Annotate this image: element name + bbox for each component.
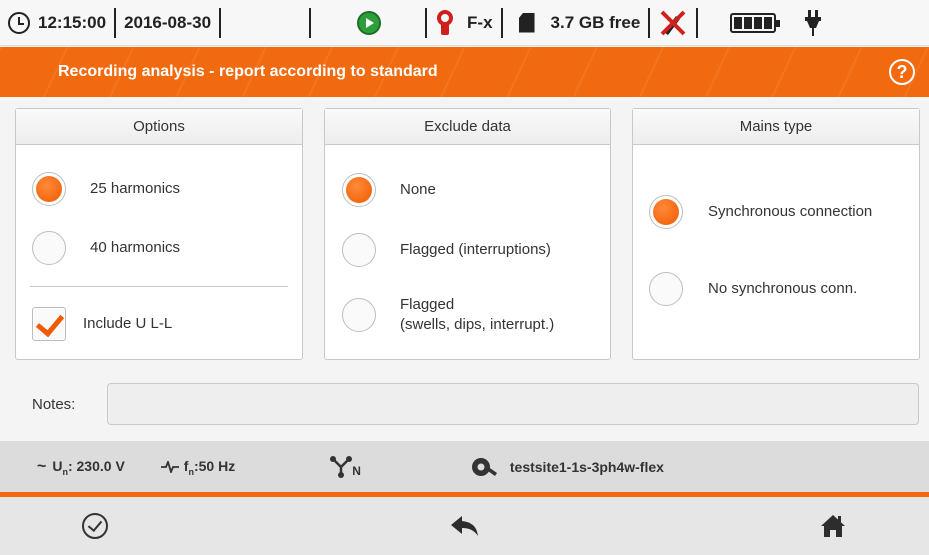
radio-flagged-swells-dips[interactable]: Flagged (swells, dips, interrupt.) xyxy=(342,295,554,335)
title-bar: Recording analysis - report according to… xyxy=(0,47,929,97)
confirm-button[interactable] xyxy=(0,497,190,555)
page-title: Recording analysis - report according to… xyxy=(58,63,438,80)
radio-synchronous-connection[interactable]: Synchronous connection xyxy=(649,195,872,229)
nominal-frequency: fn:50 Hz xyxy=(184,458,235,477)
nominal-voltage-value: : 230.0 V xyxy=(67,457,125,474)
storage-free: 3.7 GB free xyxy=(550,12,641,32)
radio-25-harmonics[interactable]: 25 harmonics xyxy=(32,172,180,206)
checkbox-label: Include U L-L xyxy=(83,315,173,332)
radio-button[interactable] xyxy=(32,231,66,265)
radio-no-synchronous-conn[interactable]: No synchronous conn. xyxy=(649,272,857,306)
radio-label: Flagged (interruptions) xyxy=(400,241,551,258)
settings-icon xyxy=(471,458,497,476)
divider xyxy=(30,286,288,287)
status-bar: 12:15:00 2016-08-30 F-x 3.7 GB free xyxy=(0,0,929,46)
radio-button-selected[interactable] xyxy=(342,173,376,207)
network-type-label: N xyxy=(352,464,361,478)
back-icon xyxy=(451,516,478,536)
options-panel-title: Options xyxy=(16,109,302,145)
radio-label: Flagged (swells, dips, interrupt.) xyxy=(400,295,554,335)
clock-icon xyxy=(8,11,30,34)
home-icon xyxy=(821,515,845,537)
radio-label-line2: (swells, dips, interrupt.) xyxy=(400,316,555,333)
status-date: 2016-08-30 xyxy=(124,12,212,32)
radio-button-selected[interactable] xyxy=(32,172,66,206)
notes-label: Notes: xyxy=(32,396,76,413)
radio-label: 25 harmonics xyxy=(90,180,181,197)
clamp-icon xyxy=(437,9,454,35)
options-panel: Options 25 harmonics 40 harmonics Includ… xyxy=(15,108,303,360)
nominal-frequency-value: :50 Hz xyxy=(193,457,236,474)
divider xyxy=(500,7,503,38)
nominal-voltage: Un: 230.0 V xyxy=(52,458,124,477)
include-ull-checkbox[interactable] xyxy=(32,307,66,341)
radio-label: Synchronous connection xyxy=(708,203,873,220)
confirm-icon xyxy=(82,513,108,539)
exclude-data-panel: Exclude data None Flagged (interruptions… xyxy=(324,108,611,360)
divider xyxy=(696,7,699,38)
divider xyxy=(114,7,117,38)
bottom-toolbar xyxy=(0,497,929,555)
divider xyxy=(425,7,428,38)
radio-none[interactable]: None xyxy=(342,173,436,207)
radio-40-harmonics[interactable]: 40 harmonics xyxy=(32,231,180,265)
battery-icon xyxy=(730,12,781,33)
plug-icon xyxy=(805,9,822,36)
clamp-type: F-x xyxy=(467,12,493,32)
sd-card-icon xyxy=(518,12,535,33)
help-icon[interactable]: ? xyxy=(889,59,915,85)
sine-icon: ~ xyxy=(37,458,47,475)
frequency-icon xyxy=(160,461,179,473)
config-name: testsite1-1s-3ph4w-flex xyxy=(509,459,664,475)
info-strip: ~ Un: 230.0 V fn:50 Hz N testsite1-1s-3p… xyxy=(0,441,929,493)
record-icon[interactable] xyxy=(357,10,382,35)
mains-type-panel-title: Mains type xyxy=(633,109,919,145)
divider xyxy=(648,7,651,38)
nominal-voltage-label: U xyxy=(52,457,63,474)
radio-flagged-interruptions[interactable]: Flagged (interruptions) xyxy=(342,233,551,267)
radio-label: None xyxy=(400,181,436,198)
divider xyxy=(309,7,312,38)
notes-input[interactable] xyxy=(107,383,919,425)
radio-button[interactable] xyxy=(649,272,683,306)
radio-button-selected[interactable] xyxy=(649,195,683,229)
back-button[interactable] xyxy=(370,497,560,555)
include-ull-checkbox-row[interactable]: Include U L-L xyxy=(32,307,172,341)
usb-disconnected-icon xyxy=(660,10,686,35)
exclude-data-panel-title: Exclude data xyxy=(325,109,610,145)
radio-label: No synchronous conn. xyxy=(708,280,858,297)
radio-button[interactable] xyxy=(342,298,376,332)
home-button[interactable] xyxy=(738,497,928,555)
divider xyxy=(219,7,222,38)
network-icon xyxy=(330,456,353,478)
radio-label-line1: Flagged xyxy=(400,296,455,313)
status-time: 12:15:00 xyxy=(38,12,107,32)
radio-label: 40 harmonics xyxy=(90,239,181,256)
radio-button[interactable] xyxy=(342,233,376,267)
mains-type-panel: Mains type Synchronous connection No syn… xyxy=(632,108,920,360)
